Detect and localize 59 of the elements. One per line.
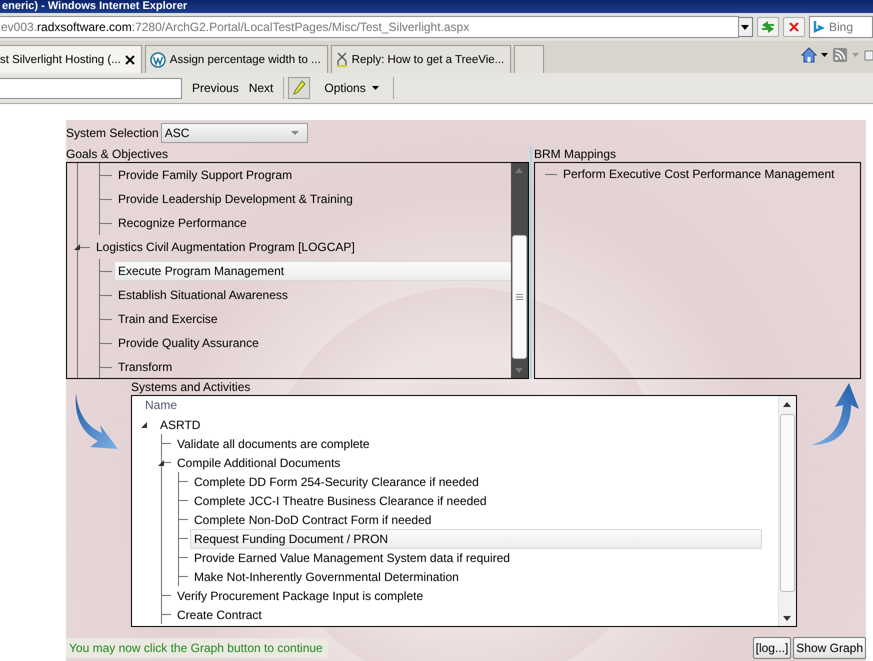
curved-arrow-icon xyxy=(74,393,120,451)
status-message: You may now click the Graph button to continue xyxy=(66,638,328,658)
scroll-down-arrow-icon[interactable] xyxy=(783,616,791,621)
circle-logo-icon xyxy=(150,52,166,68)
dropdown-arrow-icon[interactable] xyxy=(821,53,828,57)
highlighter-icon[interactable] xyxy=(288,77,310,99)
action-button[interactable]: Show Graph xyxy=(793,637,866,659)
tab-title: Assign percentage width to ... xyxy=(170,54,321,66)
browser-tab[interactable]: Reply: How to get a TreeVie... xyxy=(330,45,512,73)
options-button[interactable]: Options xyxy=(320,79,383,97)
tree-item[interactable]: Complete Non-DoD Contract Form if needed xyxy=(190,510,762,530)
tree-item[interactable]: Establish Situational Awareness xyxy=(114,285,513,305)
tree-item[interactable]: Complete JCC-I Theatre Business Clearance if needed xyxy=(190,490,762,510)
scrollbar[interactable] xyxy=(778,396,796,626)
tree-item[interactable]: Provide Leadership Development & Training xyxy=(114,189,513,209)
tree-item[interactable]: ASRTD xyxy=(156,414,762,434)
tree-item[interactable]: Recognize Performance xyxy=(114,213,513,233)
home-icon[interactable] xyxy=(801,47,817,63)
action-button[interactable]: [log...] xyxy=(752,637,792,659)
tree-item[interactable]: Request Funding Document / PRON xyxy=(190,528,762,548)
scroll-up-arrow-icon[interactable] xyxy=(783,402,791,407)
expanded-triangle-icon[interactable] xyxy=(74,244,80,250)
panel-title: Goals & Objectives xyxy=(66,146,170,162)
tree-item[interactable]: Make Not-Inherently Governmental Determination xyxy=(190,566,762,586)
tree-item[interactable]: Create Contract xyxy=(173,604,762,624)
tree-item[interactable]: Perform Executive Cost Performance Management xyxy=(559,164,856,184)
ribbon-icon xyxy=(336,52,348,68)
tab-title: st Silverlight Hosting (... xyxy=(0,54,121,66)
tree-item[interactable]: Provide Quality Assurance xyxy=(114,333,513,353)
expanded-triangle-icon[interactable] xyxy=(141,422,147,428)
curved-arrow-icon xyxy=(811,383,859,447)
find-field[interactable] xyxy=(0,78,182,98)
close-icon[interactable] xyxy=(124,54,135,64)
tree-item[interactable]: Validate all documents are complete xyxy=(173,434,762,454)
browser-tab[interactable]: st Silverlight Hosting (... xyxy=(0,45,142,73)
search-field[interactable]: Bing xyxy=(809,16,873,38)
system-dropdown[interactable]: ASC xyxy=(160,123,308,143)
system-selection-label: System Selection xyxy=(66,126,159,140)
find-bar-button[interactable]: Next xyxy=(248,79,274,97)
tree-item[interactable]: Verify Procurement Package Input is complete xyxy=(173,586,762,606)
browser-tab[interactable]: Assign percentage width to ... xyxy=(144,45,328,73)
tab-title: Reply: How to get a TreeVie... xyxy=(352,54,504,66)
dropdown-arrow-icon[interactable] xyxy=(372,86,379,90)
tree-item[interactable]: Execute Program Management xyxy=(114,261,513,281)
window-title: eneric) - Windows Internet Explorer xyxy=(0,0,873,13)
column-header[interactable]: Name xyxy=(132,396,736,415)
tree-item[interactable]: Logistics Civil Augmentation Program [LOGCAP] xyxy=(92,237,513,257)
address-field[interactable]: ev003.radxsoftware.com:7280/ArchG2.Portal/LocalTestPages/Misc/Test_Silverlight.aspx xyxy=(0,16,739,38)
panel-title: Systems and Activities xyxy=(131,379,252,395)
tree-item[interactable]: Provide Earned Value Management System data if required xyxy=(190,548,762,568)
tree-item[interactable]: Provide Family Support Program xyxy=(114,165,513,185)
tree-item[interactable]: Train and Exercise xyxy=(114,309,513,329)
find-bar-button[interactable]: Previous xyxy=(192,79,239,97)
grip-icon xyxy=(516,294,523,300)
panel-title: BRM Mappings xyxy=(534,146,618,162)
tree-item[interactable]: Compile Additional Documents xyxy=(173,452,762,472)
tree-item[interactable]: Transform xyxy=(114,357,513,377)
expanded-triangle-icon[interactable] xyxy=(158,460,164,466)
tree-item[interactable]: Complete DD Form 254-Security Clearance if needed xyxy=(190,472,762,492)
